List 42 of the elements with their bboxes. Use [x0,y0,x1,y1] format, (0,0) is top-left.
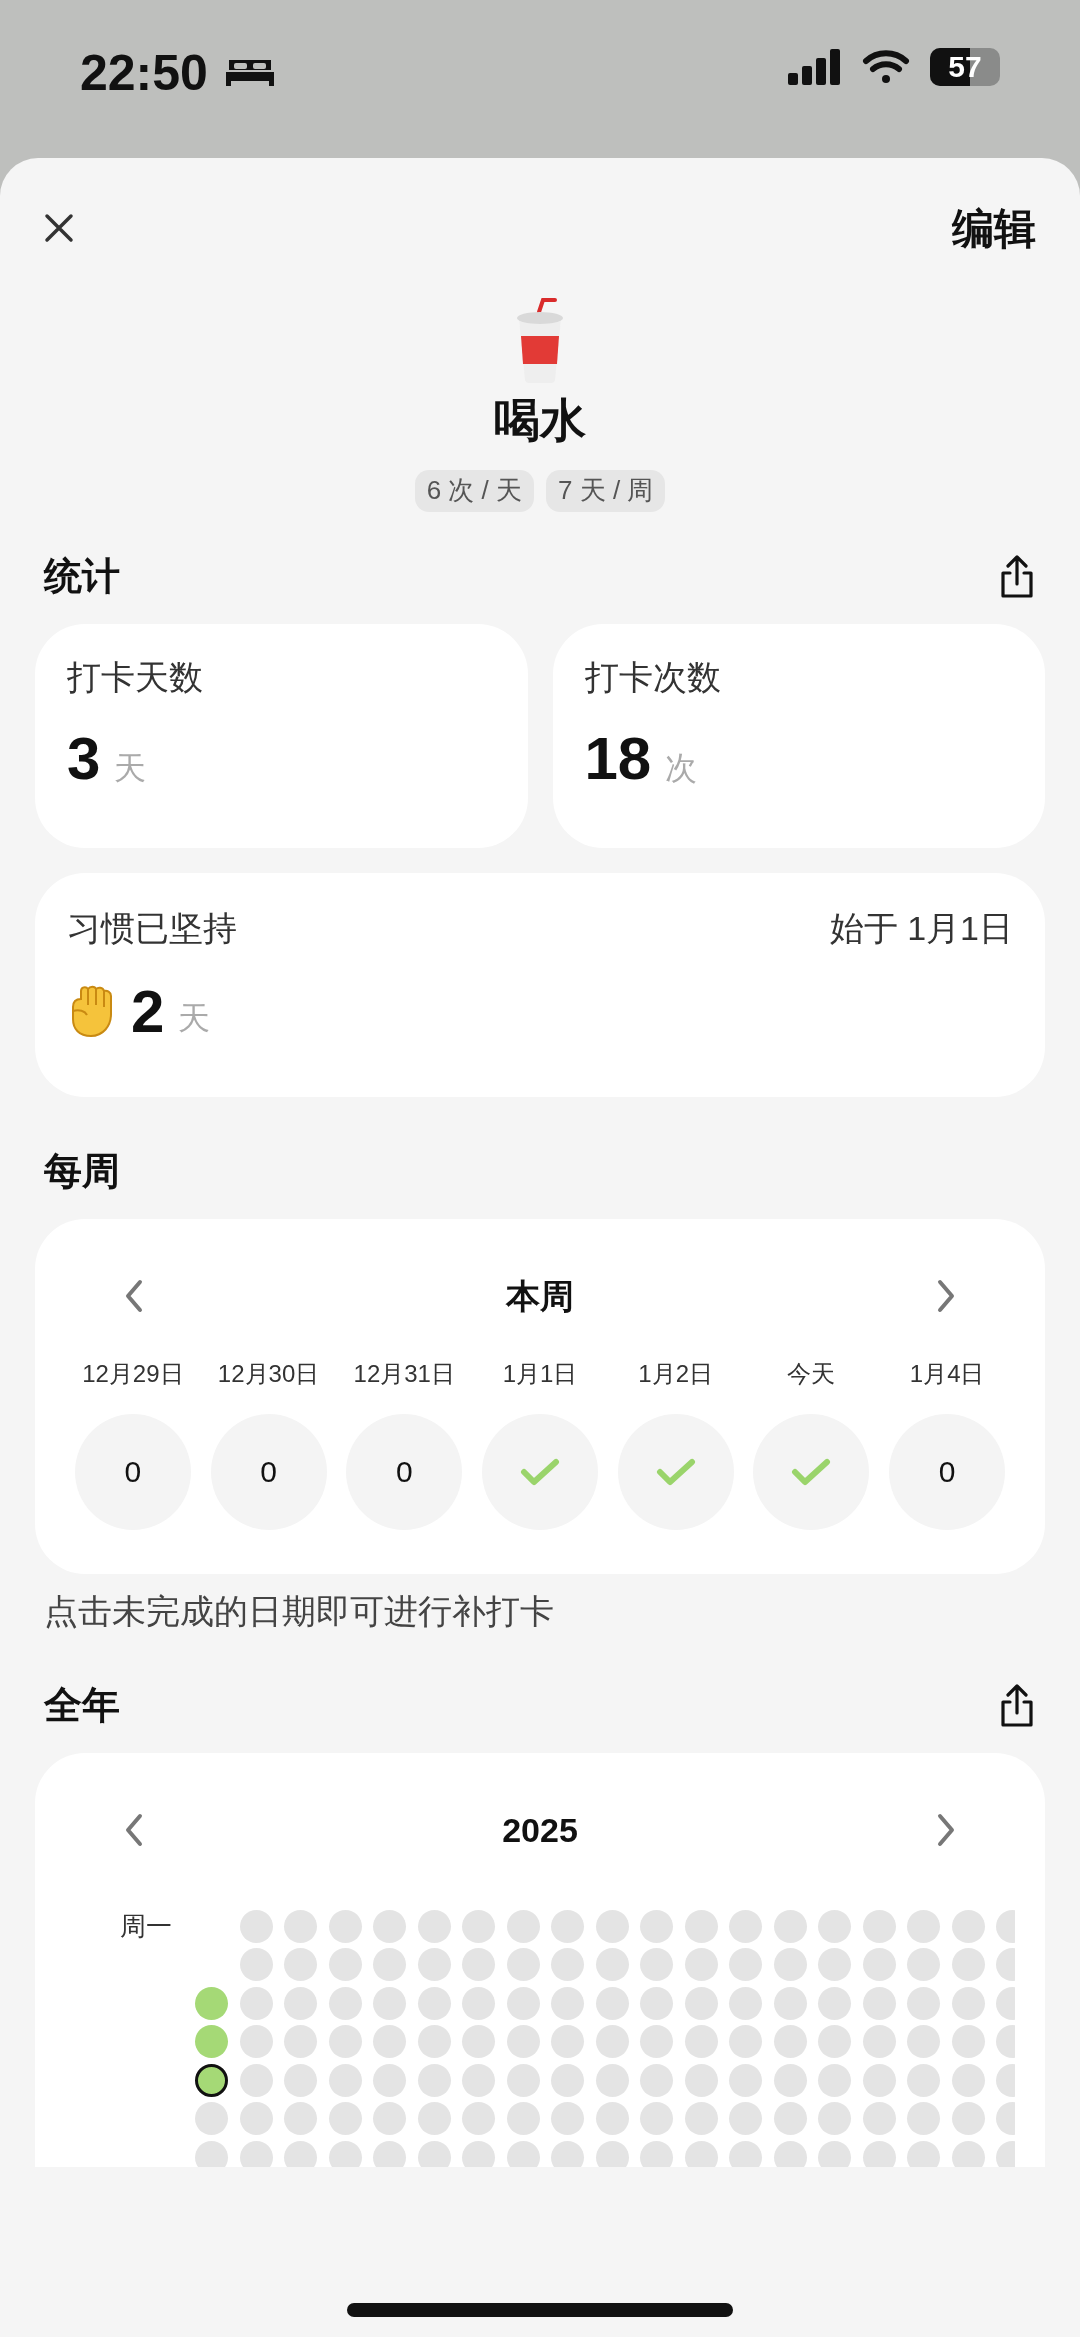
close-icon[interactable] [44,213,74,243]
day-label: 1月4日 [909,1358,985,1389]
weekday-label: 周一 [120,1909,173,1943]
day-label: 12月30日 [217,1358,320,1389]
streak-start-date: 始于 1月1日 [829,907,1013,949]
next-year-icon[interactable] [935,1812,957,1848]
stat-label: 打卡天数 [67,656,204,698]
check-icon [791,1457,832,1486]
frequency-chip: 6 次 / 天 [414,469,534,512]
section-title: 每周 [44,1149,120,1194]
day-label: 1月2日 [638,1358,714,1389]
makeup-hint: 点击未完成的日期即可进行补打卡 [43,1590,555,1632]
previous-week-icon[interactable] [123,1278,145,1314]
stat-value: 18 [584,728,652,789]
day-label: 12月29日 [82,1358,184,1389]
share-icon[interactable] [998,554,1036,599]
check-icon [655,1457,696,1486]
habit-title: 喝水 [494,393,586,448]
signal-icon [788,49,842,85]
edit-button[interactable]: 编辑 [952,196,1036,260]
stat-unit: 天 [114,748,147,788]
streak-value: 2 [131,981,165,1042]
year-title: 2025 [502,1809,578,1851]
week-title: 本周 [506,1275,574,1317]
next-week-icon[interactable] [935,1278,957,1314]
day-label: 1月1日 [502,1358,578,1389]
share-icon[interactable] [998,1683,1036,1728]
battery-indicator: 57 [930,48,1000,86]
section-title: 全年 [44,1683,120,1728]
stat-unit: 次 [665,748,698,788]
streak-label: 习惯已坚持 [67,907,237,949]
day-label: 12月31日 [353,1358,455,1389]
wifi-icon [862,49,910,85]
stat-value: 3 [67,728,101,789]
frequency-chip: 7 天 / 周 [546,469,666,512]
day-label: 今天 [787,1358,836,1389]
stat-label: 打卡次数 [584,656,722,698]
check-icon [520,1457,560,1486]
section-title: 统计 [44,554,120,599]
previous-year-icon[interactable] [123,1812,145,1848]
status-time: 22:50 [80,48,208,98]
streak-unit: 天 [178,998,211,1038]
